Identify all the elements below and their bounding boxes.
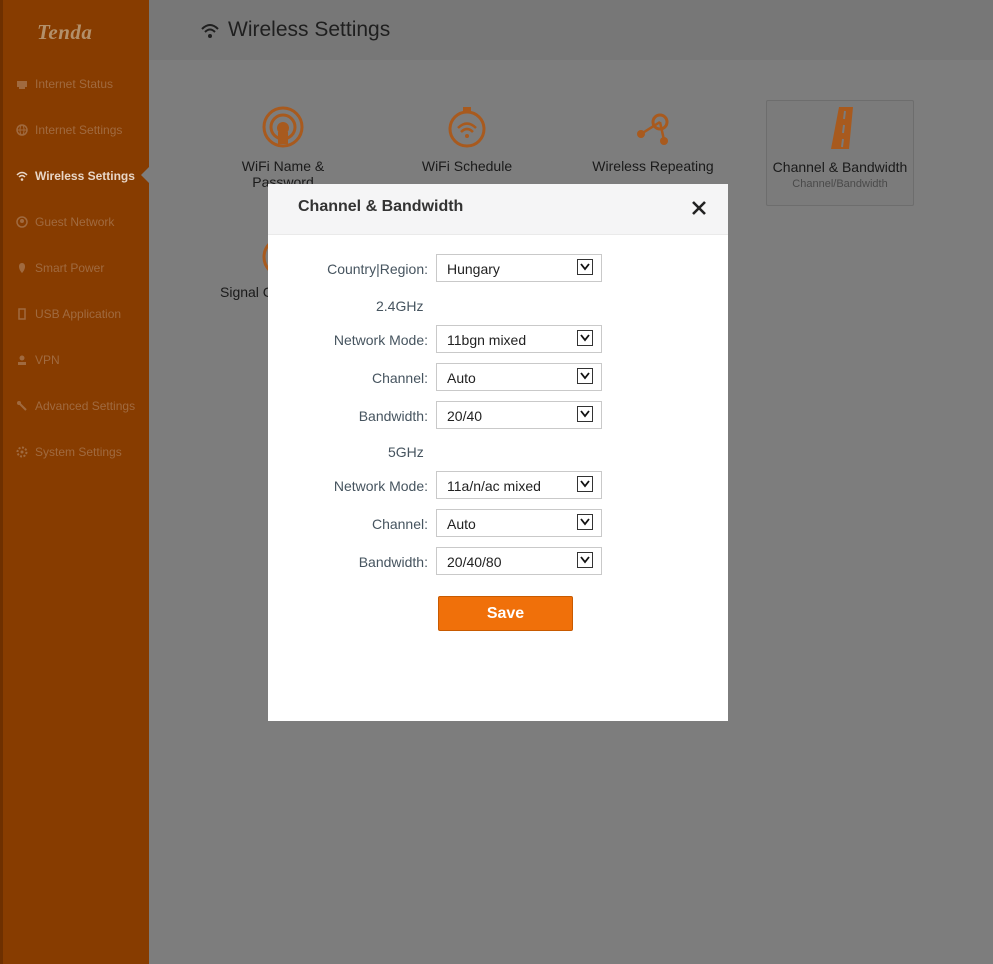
sidebar-item-label: Smart Power	[35, 261, 105, 275]
network-mode-5-row: Network Mode: 11a/n/ac mixed	[268, 471, 728, 501]
band-5ghz-heading: 5GHz	[388, 444, 424, 460]
chevron-down-icon[interactable]	[577, 330, 593, 346]
select-value: 20/40/80	[447, 554, 502, 570]
sidebar-item-wireless-settings[interactable]: Wireless Settings	[15, 166, 150, 186]
power-icon	[15, 261, 29, 275]
tenda-logo: Tenda	[37, 20, 93, 44]
chevron-down-icon[interactable]	[577, 368, 593, 384]
bandwidth-5-row: Bandwidth: 20/40/80	[268, 547, 728, 577]
channel-label: Channel:	[371, 516, 428, 532]
chevron-down-icon[interactable]	[577, 259, 593, 275]
select-value: 20/40	[447, 408, 483, 424]
band-24ghz-heading: 2.4GHz	[376, 298, 424, 314]
repeating-icon	[637, 113, 669, 145]
close-icon[interactable]	[690, 199, 708, 217]
sidebar-item-label: Internet Settings	[35, 123, 123, 137]
sidebar-item-smart-power[interactable]: Smart Power	[15, 258, 150, 278]
select-value: 11a/n/ac mixed	[447, 478, 541, 494]
road-icon	[831, 107, 853, 149]
chevron-down-icon[interactable]	[577, 476, 593, 492]
select-value: Hungary	[447, 261, 500, 277]
channel-24-select[interactable]: Auto	[436, 363, 602, 391]
wrench-icon	[15, 399, 29, 413]
dialog-header: Channel & Bandwidth	[268, 184, 728, 235]
sidebar-item-label: USB Application	[35, 307, 122, 321]
chevron-down-icon[interactable]	[577, 552, 593, 568]
gear-icon	[15, 445, 29, 459]
network-mode-5-select[interactable]: 11a/n/ac mixed	[436, 471, 602, 499]
sidebar-item-label: Internet Status	[35, 77, 114, 91]
bandwidth-24-row: Bandwidth: 20/40	[268, 401, 728, 431]
page-title: Wireless Settings	[228, 18, 391, 41]
bandwidth-label: Bandwidth:	[358, 554, 428, 570]
sidebar-item-label: Wireless Settings	[35, 169, 135, 183]
country-region-row: Country|Region: Hungary	[268, 254, 728, 284]
sidebar-item-internet-settings[interactable]: Internet Settings	[15, 120, 150, 140]
globe-icon	[15, 123, 29, 137]
wifi-icon	[15, 169, 29, 183]
tile-label: Wireless Repeating	[592, 158, 714, 174]
network-mode-24-row: Network Mode: 11bgn mixed	[268, 325, 728, 355]
channel-5-select[interactable]: Auto	[436, 509, 602, 537]
network-mode-label: Network Mode:	[333, 478, 428, 494]
active-nav-pointer	[141, 167, 149, 183]
sidebar-item-vpn[interactable]: VPN	[15, 350, 150, 370]
wifi-name-icon	[262, 106, 304, 148]
sidebar-item-label: System Settings	[35, 445, 122, 459]
select-value: Auto	[447, 370, 476, 386]
channel-5-row: Channel: Auto	[268, 509, 728, 539]
channel-bandwidth-dialog: Channel & Bandwidth Country|Region: Hung…	[268, 184, 728, 721]
sidebar-item-label: Advanced Settings	[35, 399, 136, 413]
tile-label: Channel & Bandwidth	[772, 159, 908, 175]
sidebar-item-label: Guest Network	[35, 215, 115, 229]
bandwidth-5-select[interactable]: 20/40/80	[436, 547, 602, 575]
select-value: 11bgn mixed	[447, 332, 527, 348]
tile-channel-bandwidth[interactable]: Channel & Bandwidth Channel/Bandwidth	[766, 100, 914, 206]
country-region-select[interactable]: Hungary	[436, 254, 602, 282]
network-mode-24-select[interactable]: 11bgn mixed	[436, 325, 602, 353]
sidebar-item-system-settings[interactable]: System Settings	[15, 442, 150, 462]
sidebar-item-advanced-settings[interactable]: Advanced Settings	[15, 396, 150, 416]
chevron-down-icon[interactable]	[577, 514, 593, 530]
tile-label: WiFi Schedule	[421, 158, 513, 174]
bandwidth-24-select[interactable]: 20/40	[436, 401, 602, 429]
network-mode-label: Network Mode:	[333, 332, 428, 348]
save-button[interactable]: Save	[438, 596, 573, 631]
sidebar-item-usb-application[interactable]: USB Application	[15, 304, 150, 324]
sidebar-item-internet-status[interactable]: Internet Status	[15, 74, 150, 94]
bandwidth-label: Bandwidth:	[358, 408, 428, 424]
tile-sublabel: Channel/Bandwidth	[792, 178, 888, 190]
dashboard-icon	[15, 77, 29, 91]
wifi-icon	[201, 24, 219, 38]
sidebar: Tenda Internet Status Internet Settings …	[0, 0, 149, 964]
country-region-label: Country|Region:	[327, 261, 428, 277]
sidebar-item-label: VPN	[35, 353, 60, 367]
sidebar-item-guest-network[interactable]: Guest Network	[15, 212, 150, 232]
channel-24-row: Channel: Auto	[268, 363, 728, 393]
dialog-title: Channel & Bandwidth	[298, 198, 464, 215]
tile-label: Signal C	[220, 284, 273, 300]
guest-icon	[15, 215, 29, 229]
usb-icon	[15, 307, 29, 321]
page-header: Wireless Settings	[149, 0, 993, 60]
wifi-schedule-icon	[448, 107, 486, 148]
tile-signal[interactable]: Signal C	[196, 230, 304, 334]
channel-label: Channel:	[371, 370, 428, 386]
select-value: Auto	[447, 516, 476, 532]
chevron-down-icon[interactable]	[577, 406, 593, 422]
vpn-icon	[15, 353, 29, 367]
